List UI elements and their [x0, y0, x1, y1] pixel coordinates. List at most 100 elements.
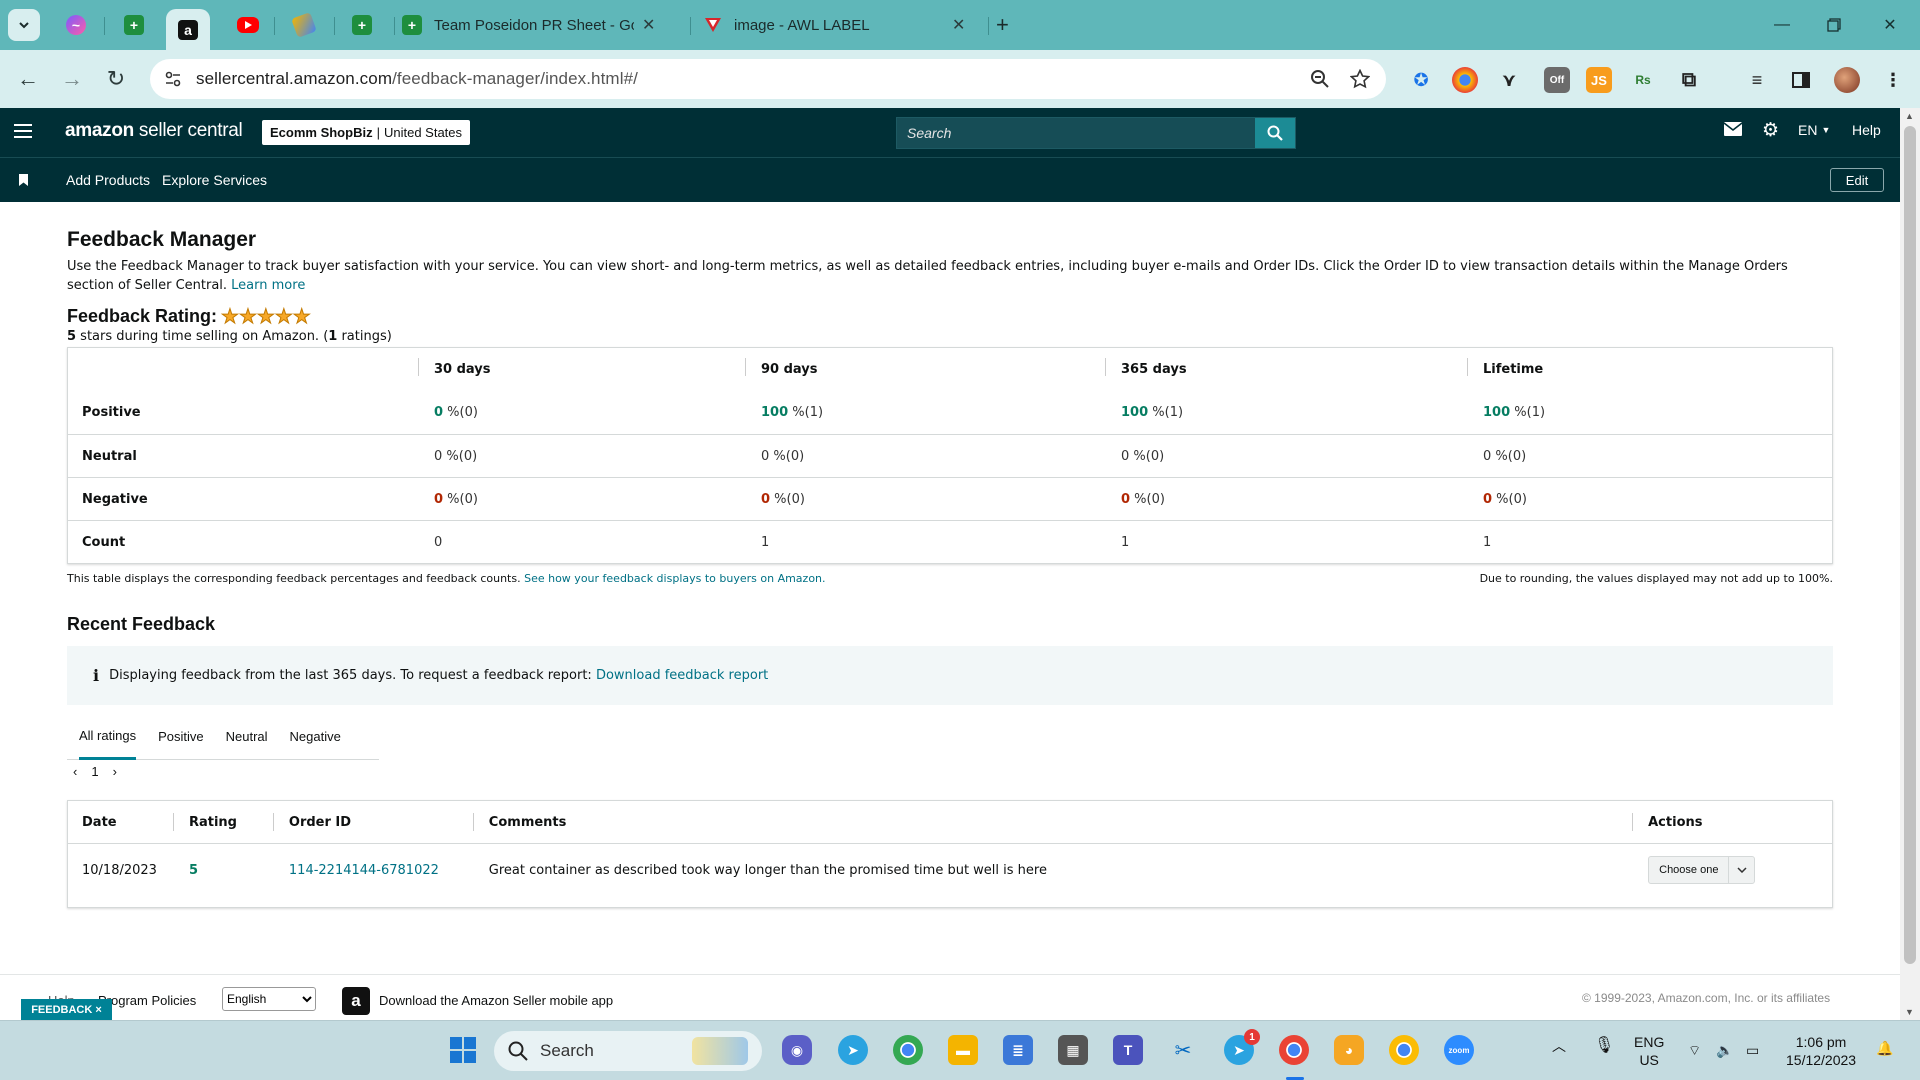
windows-start-icon[interactable]: [448, 1035, 478, 1065]
close-icon[interactable]: ✕: [642, 15, 655, 35]
extensions-puzzle-icon[interactable]: ⧉: [1676, 67, 1702, 93]
extension-js-icon[interactable]: JS: [1586, 67, 1612, 93]
pinned-tab-messenger[interactable]: ~: [54, 9, 98, 41]
taskbar-search[interactable]: [494, 1031, 762, 1071]
chrome-profile-icon[interactable]: [1279, 1035, 1309, 1065]
extension-chrome-icon[interactable]: [1452, 67, 1478, 93]
page-number[interactable]: 1: [91, 764, 98, 779]
help-link[interactable]: Help: [1852, 122, 1881, 138]
search-input[interactable]: [907, 125, 1247, 141]
download-app-link[interactable]: Download the Amazon Seller mobile app: [379, 993, 613, 1008]
bookmark-star-icon[interactable]: [1350, 69, 1370, 89]
table-row: Neutral 0 %(0) 0 %(0) 0 %(0) 0 %(0): [68, 434, 1832, 477]
minimize-button[interactable]: —: [1752, 8, 1812, 42]
side-panel-icon[interactable]: [1788, 67, 1814, 93]
site-settings-icon[interactable]: [164, 70, 182, 88]
pagination: ‹ 1 ›: [73, 764, 117, 779]
tab-awl-label[interactable]: image - AWL LABEL ✕: [704, 9, 965, 41]
close-icon[interactable]: ✕: [952, 15, 965, 35]
microphone-icon[interactable]: 🎙: [1594, 1037, 1614, 1055]
notifications-bell-icon[interactable]: 🔔: [1876, 1039, 1893, 1057]
nav-add-products[interactable]: Add Products: [66, 172, 150, 188]
tab-title: Team Poseidon PR Sheet - Goo: [434, 16, 634, 34]
pinned-tab-youtube[interactable]: [226, 9, 270, 41]
feedback-badge[interactable]: FEEDBACK ×: [21, 999, 112, 1021]
tray-chevron-up-icon[interactable]: ︿: [1552, 1037, 1566, 1055]
caret-down-icon: ▼: [1821, 125, 1831, 135]
tab-negative[interactable]: Negative: [290, 714, 341, 760]
zoom-app-icon[interactable]: zoom: [1444, 1035, 1474, 1065]
extension-off-icon[interactable]: Off: [1544, 67, 1570, 93]
tab-neutral[interactable]: Neutral: [226, 714, 268, 760]
file-explorer-icon[interactable]: ▬: [948, 1035, 978, 1065]
feedback-display-link[interactable]: See how your feedback displays to buyers…: [524, 572, 825, 585]
tab-team-poseidon[interactable]: + Team Poseidon PR Sheet - Goo ✕: [402, 9, 655, 41]
program-policies-link[interactable]: Program Policies: [98, 993, 196, 1008]
notepad-icon[interactable]: ≣: [1003, 1035, 1033, 1065]
taskbar-search-input[interactable]: [540, 1041, 700, 1061]
chrome-menu-icon[interactable]: ⋮: [1880, 67, 1906, 93]
media-control-icon[interactable]: ≡: [1744, 67, 1770, 93]
pinned-tab-amazon[interactable]: a: [166, 9, 210, 50]
download-feedback-report-link[interactable]: Download feedback report: [596, 668, 768, 683]
chrome-profile-2-icon[interactable]: [1389, 1035, 1419, 1065]
scroll-up-icon[interactable]: ▲: [1905, 111, 1914, 121]
tab-search-button[interactable]: [8, 9, 40, 41]
zoom-icon[interactable]: [1310, 69, 1330, 89]
row-label: Neutral: [82, 448, 137, 464]
tab-all-ratings[interactable]: All ratings: [79, 714, 137, 760]
extension-cursor-icon[interactable]: ⋎: [1496, 67, 1522, 93]
page-scrollbar[interactable]: ▲ ▼: [1900, 108, 1920, 1020]
actions-dropdown[interactable]: Choose one: [1648, 856, 1756, 884]
volume-icon[interactable]: 🔈: [1716, 1041, 1733, 1059]
clock[interactable]: 1:06 pm 15/12/2023: [1786, 1033, 1856, 1069]
pinned-tab-sheets-2[interactable]: +: [340, 9, 384, 41]
chrome-icon[interactable]: [893, 1035, 923, 1065]
mail-button[interactable]: [1724, 122, 1742, 136]
column-header-actions: Actions: [1632, 812, 1832, 831]
telegram-icon[interactable]: ➤ 1: [1224, 1029, 1260, 1065]
footer-language-select[interactable]: English: [222, 987, 316, 1011]
chevron-right-icon[interactable]: ›: [113, 764, 117, 779]
edit-nav-button[interactable]: Edit: [1830, 168, 1884, 192]
nav-explore-services[interactable]: Explore Services: [162, 172, 267, 188]
store-switcher[interactable]: Ecomm ShopBiz | United States: [262, 120, 471, 145]
address-bar[interactable]: sellercentral.amazon.com/feedback-manage…: [150, 59, 1386, 99]
telegram-icon[interactable]: ➤: [838, 1035, 868, 1065]
chevron-left-icon[interactable]: ‹: [73, 764, 77, 779]
wifi-icon[interactable]: ⌔: [1688, 1041, 1701, 1059]
search-button[interactable]: [1255, 118, 1295, 148]
scroll-down-icon[interactable]: ▼: [1905, 1007, 1914, 1017]
metric-count: %(1): [1510, 405, 1546, 420]
settings-button[interactable]: ⚙: [1762, 119, 1779, 142]
tab-positive[interactable]: Positive: [158, 714, 204, 760]
pinned-tab-sheets[interactable]: +: [112, 9, 156, 41]
amazon-icon: a: [178, 19, 198, 40]
learn-more-link[interactable]: Learn more: [231, 278, 305, 293]
calculator-icon[interactable]: ▦: [1058, 1035, 1088, 1065]
forward-button[interactable]: →: [56, 63, 88, 95]
input-language[interactable]: ENG US: [1634, 1033, 1664, 1069]
bookmark-icon[interactable]: [19, 174, 28, 186]
reload-button[interactable]: ↻: [100, 63, 132, 95]
seller-central-logo[interactable]: amazon seller central: [65, 120, 243, 142]
order-id-link[interactable]: 114-2214144-6781022: [289, 863, 439, 878]
extension-rs-icon[interactable]: Rs: [1630, 67, 1656, 93]
snipping-tool-icon[interactable]: ✂: [1168, 1035, 1198, 1065]
restore-button[interactable]: [1804, 8, 1864, 42]
metric-cell: 1: [1105, 535, 1467, 550]
teams-icon[interactable]: T: [1113, 1035, 1143, 1065]
profile-avatar[interactable]: [1834, 67, 1860, 93]
hamburger-menu-icon[interactable]: [14, 124, 32, 142]
app-duck-icon[interactable]: ◕: [1334, 1035, 1364, 1065]
battery-icon[interactable]: ▭: [1746, 1041, 1759, 1059]
meet-chat-icon[interactable]: ◉: [782, 1035, 812, 1065]
extension-blue-icon[interactable]: ✪: [1408, 67, 1434, 93]
new-tab-button[interactable]: +: [996, 9, 1009, 41]
language-selector[interactable]: EN ▼: [1798, 122, 1830, 138]
pinned-tab-tool[interactable]: [282, 9, 326, 41]
table-header-row: 30 days 90 days 365 days Lifetime: [68, 348, 1832, 391]
close-window-button[interactable]: ✕: [1860, 8, 1920, 42]
scrollbar-thumb[interactable]: [1904, 126, 1916, 964]
back-button[interactable]: ←: [12, 63, 44, 95]
